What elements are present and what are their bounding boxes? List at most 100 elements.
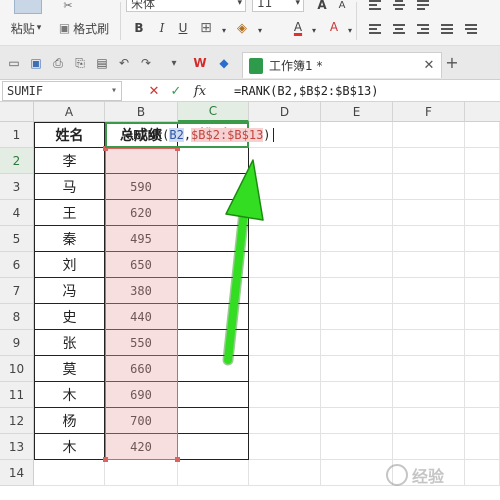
close-icon[interactable]: ✕	[421, 58, 437, 74]
cell-e10[interactable]	[321, 356, 393, 382]
cell-g4[interactable]	[465, 200, 500, 226]
column-header-e[interactable]: E	[321, 102, 393, 122]
column-header-f[interactable]: F	[393, 102, 465, 122]
cell-f9[interactable]	[393, 330, 465, 356]
row-header-14[interactable]: 14	[0, 460, 34, 486]
cell-g1[interactable]	[465, 122, 500, 148]
cell-a1[interactable]: 姓名	[34, 122, 105, 148]
redo-icon[interactable]: ↷	[138, 55, 154, 71]
cell-b14[interactable]	[105, 460, 178, 486]
cell-d3[interactable]	[249, 174, 321, 200]
cell-c3[interactable]	[178, 174, 249, 200]
cell-d7[interactable]	[249, 278, 321, 304]
cell-d13[interactable]	[249, 434, 321, 460]
cell-e8[interactable]	[321, 304, 393, 330]
font-name-select[interactable]: 宋体 ▾	[126, 0, 246, 12]
cell-f13[interactable]	[393, 434, 465, 460]
formula-input[interactable]: =RANK(B2,$B$2:$B$13)	[230, 81, 498, 101]
cell-a2[interactable]: 李	[34, 148, 105, 174]
cell-f10[interactable]	[393, 356, 465, 382]
cell-e13[interactable]	[321, 434, 393, 460]
justify-icon[interactable]	[440, 22, 454, 36]
column-header-d[interactable]: D	[249, 102, 321, 122]
cell-d9[interactable]	[249, 330, 321, 356]
cell-d12[interactable]	[249, 408, 321, 434]
cell-c2[interactable]	[178, 148, 249, 174]
column-header-c[interactable]: C	[178, 102, 249, 122]
cell-a14[interactable]	[34, 460, 105, 486]
row-header-8[interactable]: 8	[0, 304, 34, 330]
cell-f11[interactable]	[393, 382, 465, 408]
cell-g10[interactable]	[465, 356, 500, 382]
cell-g3[interactable]	[465, 174, 500, 200]
borders-icon[interactable]: ⊞	[198, 20, 214, 36]
row-header-9[interactable]: 9	[0, 330, 34, 356]
cell-e2[interactable]	[321, 148, 393, 174]
cell-g5[interactable]	[465, 226, 500, 252]
cell-e14[interactable]	[321, 460, 393, 486]
align-left-icon[interactable]	[368, 22, 382, 36]
name-box[interactable]: SUMIF ▾	[2, 81, 122, 101]
cell-c6[interactable]	[178, 252, 249, 278]
font-color-button[interactable]: A	[290, 19, 306, 35]
cancel-formula-button[interactable]: ✕	[146, 83, 162, 99]
cell-a13[interactable]: 木	[34, 434, 105, 460]
cell-d11[interactable]	[249, 382, 321, 408]
font-grow-button[interactable]: A	[314, 0, 330, 13]
cell-g9[interactable]	[465, 330, 500, 356]
cell-f1[interactable]	[393, 122, 465, 148]
cell-c12[interactable]	[178, 408, 249, 434]
cell-c8[interactable]	[178, 304, 249, 330]
print-preview-icon[interactable]: ⎙	[50, 55, 66, 71]
cloud-cube-icon[interactable]: ◆	[216, 55, 232, 71]
cell-a12[interactable]: 杨	[34, 408, 105, 434]
cell-e6[interactable]	[321, 252, 393, 278]
folder-icon[interactable]: ▭	[6, 55, 22, 71]
row-header-11[interactable]: 11	[0, 382, 34, 408]
row-header-5[interactable]: 5	[0, 226, 34, 252]
cell-a3[interactable]: 马	[34, 174, 105, 200]
export-icon[interactable]: ▤	[94, 55, 110, 71]
cell-a9[interactable]: 张	[34, 330, 105, 356]
cell-g2[interactable]	[465, 148, 500, 174]
row-header-7[interactable]: 7	[0, 278, 34, 304]
highlight-button[interactable]: A	[326, 19, 342, 35]
cell-e9[interactable]	[321, 330, 393, 356]
paste-button[interactable]: 粘贴 ▾	[4, 19, 48, 37]
cell-c4[interactable]	[178, 200, 249, 226]
underline-button[interactable]: U	[175, 20, 191, 36]
cell-g8[interactable]	[465, 304, 500, 330]
cell-e5[interactable]	[321, 226, 393, 252]
chevron-down-icon[interactable]: ▾	[216, 22, 232, 38]
cell-e1[interactable]	[321, 122, 393, 148]
range-handle[interactable]	[175, 457, 180, 462]
wps-logo-icon[interactable]: W	[192, 55, 208, 71]
cell-f8[interactable]	[393, 304, 465, 330]
cell-c10[interactable]	[178, 356, 249, 382]
cell-c14[interactable]	[178, 460, 249, 486]
paste-icon[interactable]	[14, 0, 42, 14]
cell-e12[interactable]	[321, 408, 393, 434]
print-icon[interactable]: ⎘	[72, 55, 88, 71]
row-header-10[interactable]: 10	[0, 356, 34, 382]
format-painter-button[interactable]: ▣ 格式刷	[52, 19, 116, 37]
align-center-icon[interactable]	[392, 22, 406, 36]
save-icon[interactable]: ▣	[28, 55, 44, 71]
cell-c11[interactable]	[178, 382, 249, 408]
customize-toolbar-icon[interactable]: ▾	[166, 55, 182, 71]
row-header-2[interactable]: 2	[0, 148, 34, 174]
column-header-a[interactable]: A	[34, 102, 105, 122]
tab-document[interactable]: 工作簿1 * ✕	[242, 52, 442, 78]
cell-c9[interactable]	[178, 330, 249, 356]
cell-e7[interactable]	[321, 278, 393, 304]
chevron-down-icon[interactable]: ▾	[306, 22, 322, 38]
cell-d6[interactable]	[249, 252, 321, 278]
column-header-b[interactable]: B	[105, 102, 178, 122]
cell-e3[interactable]	[321, 174, 393, 200]
cell-d2[interactable]	[249, 148, 321, 174]
new-tab-plus-icon[interactable]: +	[444, 53, 460, 72]
row-header-1[interactable]: 1	[0, 122, 34, 148]
cell-f2[interactable]	[393, 148, 465, 174]
row-header-3[interactable]: 3	[0, 174, 34, 200]
cell-f5[interactable]	[393, 226, 465, 252]
